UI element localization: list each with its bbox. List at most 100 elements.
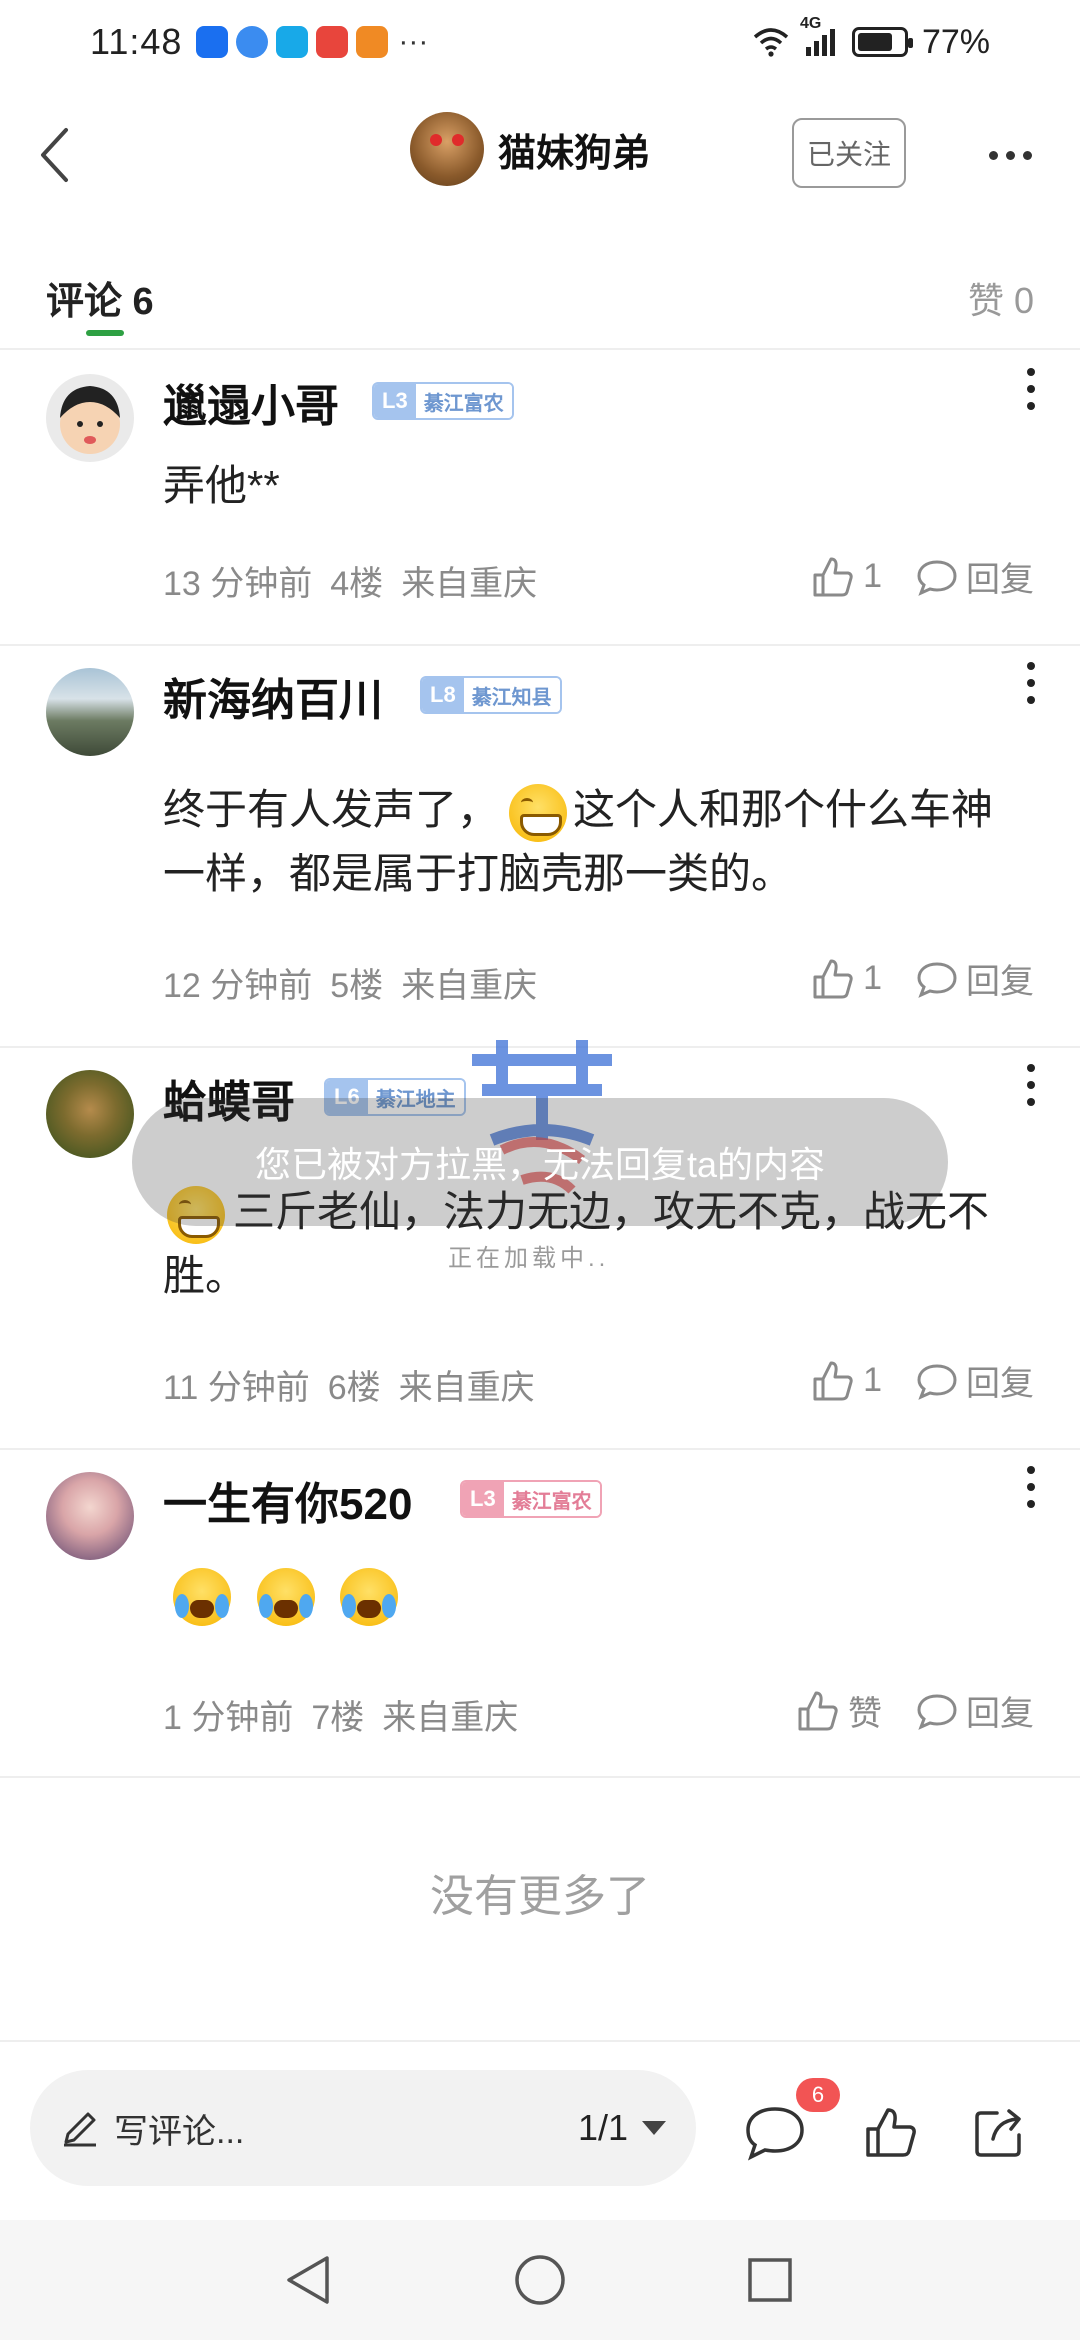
- comment-location: 来自重庆: [382, 1699, 519, 1737]
- status-bar: 11:48 ··· 4G 77%: [0, 0, 1080, 84]
- nav-recents-icon: [748, 2258, 792, 2302]
- avatar[interactable]: [46, 1070, 134, 1158]
- status-time: 11:48: [90, 21, 183, 62]
- comment-time: 13 分钟前: [163, 565, 313, 603]
- comment-actions: 1 回复: [811, 954, 1034, 1003]
- level-label: L8: [422, 678, 464, 712]
- bulb-app-icon: [196, 26, 229, 58]
- comment-meta: 12 分钟前 5楼 来自重庆: [163, 958, 555, 1007]
- comment-time: 11 分钟前: [163, 1369, 310, 1407]
- thumbs-up-icon: [798, 1691, 838, 1730]
- comment-time: 12 分钟前: [163, 967, 313, 1005]
- nav-recents-button[interactable]: [740, 2250, 800, 2310]
- level-label: L3: [462, 1482, 504, 1516]
- comment-menu-button[interactable]: [1016, 1462, 1046, 1512]
- comment-text: 终于有人发声了， 这个人和那个什么车神一样，都是属于打脑壳那一类的。: [163, 778, 1023, 906]
- nav-back-button[interactable]: [278, 2250, 338, 2310]
- comment-author[interactable]: 一生有你520: [163, 1468, 412, 1532]
- status-more: ···: [398, 25, 429, 58]
- pencil-icon: [64, 2112, 96, 2147]
- avatar[interactable]: [410, 112, 484, 186]
- reply-button[interactable]: 回复: [916, 1686, 1034, 1735]
- thumbs-up-icon: [813, 959, 853, 998]
- status-app-icons: [196, 26, 389, 58]
- comment-meta: 13 分钟前 4楼 来自重庆: [163, 556, 555, 605]
- like-button[interactable]: 1: [811, 1359, 882, 1403]
- toast-message: 您已被对方拉黑，无法回复ta的内容: [132, 1098, 948, 1226]
- comment-actions: 赞 回复: [796, 1686, 1034, 1735]
- level-title: 綦江富农: [415, 384, 512, 418]
- comment-author[interactable]: 新海纳百川: [163, 664, 383, 728]
- comment-location: 来自重庆: [401, 967, 538, 1005]
- like-count: 1: [863, 959, 882, 997]
- reply-bubble-icon: [917, 1693, 957, 1730]
- comment-text-part: 终于有人发声了，: [163, 786, 500, 833]
- back-icon: [41, 128, 68, 182]
- comment-location: 来自重庆: [401, 565, 538, 603]
- comment-input[interactable]: 写评论... 1/1: [30, 2070, 696, 2186]
- header: 猫妹狗弟 已关注: [0, 100, 1080, 210]
- comment-author[interactable]: 邋遢小哥: [163, 370, 339, 434]
- comment-text: 弄他**: [163, 462, 280, 509]
- like-count: 1: [863, 557, 882, 595]
- avatar[interactable]: [46, 1472, 134, 1560]
- follow-button[interactable]: 已关注: [792, 118, 906, 188]
- caret-down-icon[interactable]: [642, 2121, 666, 2135]
- like-button[interactable]: 1: [811, 555, 882, 599]
- like-label: 赞: [848, 1695, 882, 1733]
- share-icon: [975, 2109, 1021, 2157]
- battery-percent: 77%: [921, 22, 990, 61]
- comment-count-badge: 6: [796, 2078, 840, 2112]
- reply-bubble-icon: [917, 961, 957, 998]
- search-app-icon: [276, 26, 309, 58]
- comments-button[interactable]: [742, 2100, 808, 2166]
- level-badge: L3 綦江富农: [372, 382, 514, 420]
- reply-label: 回复: [966, 561, 1034, 599]
- reply-button[interactable]: 回复: [916, 954, 1034, 1003]
- thumbs-up-icon: [813, 557, 853, 596]
- reply-button[interactable]: 回复: [916, 552, 1034, 601]
- like-count: 1: [863, 1361, 882, 1399]
- nav-back-icon: [287, 2256, 329, 2304]
- user-info[interactable]: 猫妹狗弟: [410, 112, 650, 186]
- comment-placeholder: 写评论...: [114, 2112, 245, 2151]
- tab-indicator: [86, 330, 124, 336]
- comment-meta: 1 分钟前 7楼 来自重庆: [163, 1690, 536, 1739]
- comment-meta: 11 分钟前 6楼 来自重庆: [163, 1360, 553, 1409]
- system-nav-bar: [0, 2220, 1080, 2340]
- level-badge: L8 綦江知县: [420, 676, 562, 714]
- comment-floor: 4楼: [330, 565, 384, 603]
- nav-home-button[interactable]: [510, 2250, 570, 2310]
- tab-likes[interactable]: 赞 0: [968, 272, 1034, 324]
- kebab-icon: [1027, 662, 1035, 670]
- like-button[interactable]: [858, 2100, 924, 2166]
- loading-text: 正在加载中..: [448, 1245, 610, 1272]
- more-icon: [988, 150, 998, 160]
- like-button[interactable]: 1: [811, 957, 882, 1001]
- thumbs-up-icon: [813, 1361, 853, 1400]
- comment-menu-button[interactable]: [1016, 658, 1046, 708]
- comment-menu-button[interactable]: [1016, 1060, 1046, 1110]
- comment-menu-button[interactable]: [1016, 364, 1046, 414]
- network-type: 4G: [799, 15, 822, 32]
- share-button[interactable]: [966, 2100, 1032, 2166]
- reply-label: 回复: [966, 1695, 1034, 1733]
- level-label: L3: [374, 384, 416, 418]
- comment-location: 来自重庆: [398, 1369, 535, 1407]
- avatar[interactable]: [46, 374, 134, 462]
- back-button[interactable]: [24, 120, 84, 190]
- comment-item: 邋遢小哥 L3 綦江富农 弄他** 13 分钟前 4楼 来自重庆 1 回复: [0, 352, 1080, 646]
- crying-emoji-icon: [256, 1567, 315, 1626]
- page-indicator[interactable]: 1/1: [578, 2107, 628, 2149]
- like-button[interactable]: 赞: [796, 1686, 882, 1735]
- wifi-icon: [753, 28, 789, 57]
- avatar[interactable]: [46, 668, 134, 756]
- kebab-icon: [1027, 1064, 1035, 1072]
- level-title: 綦江知县: [463, 678, 560, 712]
- kebab-icon: [1027, 1466, 1035, 1474]
- tab-comments[interactable]: 评论 6: [46, 270, 154, 325]
- reply-bubble-icon: [917, 559, 957, 596]
- more-button[interactable]: [970, 130, 1050, 180]
- reply-button[interactable]: 回复: [916, 1356, 1034, 1405]
- status-right: 4G 77%: [752, 15, 990, 62]
